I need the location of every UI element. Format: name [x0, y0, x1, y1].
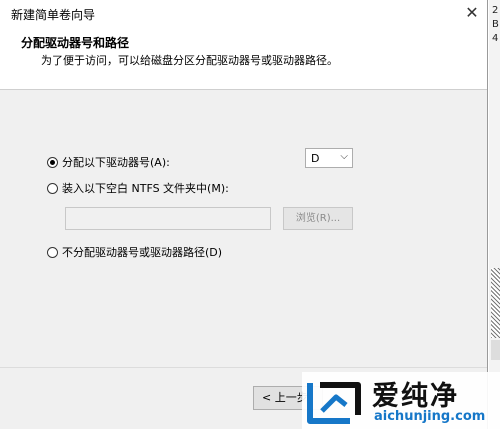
background-text: 4 — [492, 33, 499, 44]
new-simple-volume-wizard: 新建简单卷向导 ✕ 分配驱动器号和路径 为了便于访问，可以给磁盘分区分配驱动器号… — [0, 0, 488, 429]
no-assign-label[interactable]: 不分配驱动器号或驱动器路径(D) — [62, 244, 222, 260]
watermark: 爱纯净 aichunjing.com — [302, 372, 500, 429]
assign-letter-label[interactable]: 分配以下驱动器号(A): — [62, 154, 170, 170]
background-window — [489, 0, 500, 429]
folder-path-input[interactable] — [65, 207, 271, 230]
background-text: 2 — [492, 5, 499, 16]
background-hatch — [491, 268, 500, 338]
browse-button[interactable]: 浏览(R)... — [283, 207, 353, 230]
close-icon: ✕ — [465, 3, 479, 22]
title-bar[interactable]: 新建简单卷向导 ✕ — [0, 0, 487, 26]
watermark-url: aichunjing.com — [374, 409, 486, 424]
background-scrollbar[interactable] — [491, 340, 500, 360]
no-assign-option[interactable]: 不分配驱动器号或驱动器路径(D) — [47, 244, 222, 260]
assign-letter-option[interactable]: 分配以下驱动器号(A): — [47, 154, 170, 170]
mount-folder-label[interactable]: 装入以下空白 NTFS 文件夹中(M): — [62, 180, 229, 196]
no-assign-radio[interactable] — [47, 246, 58, 258]
assign-letter-radio[interactable] — [47, 156, 58, 168]
screenshot: 2 B 4 新建简单卷向导 ✕ 分配驱动器号和路径 为了便于访问，可以给磁盘分区… — [0, 0, 500, 429]
wizard-header: 分配驱动器号和路径 为了便于访问，可以给磁盘分区分配驱动器号或驱动器路径。 — [0, 26, 487, 90]
watermark-logo-icon — [307, 382, 361, 424]
mount-folder-radio[interactable] — [47, 182, 58, 194]
page-description: 为了便于访问，可以给磁盘分区分配驱动器号或驱动器路径。 — [41, 54, 338, 67]
watermark-brand: 爱纯净 — [372, 381, 459, 412]
drive-letter-value: D — [311, 152, 320, 165]
chevron-down-icon: ⌵ — [340, 151, 348, 162]
background-text: B — [492, 19, 499, 30]
drive-letter-select[interactable]: D ⌵ — [305, 148, 353, 168]
page-title: 分配驱动器号和路径 — [21, 36, 130, 50]
mount-folder-option[interactable]: 装入以下空白 NTFS 文件夹中(M): — [47, 180, 229, 196]
window-title: 新建简单卷向导 — [11, 8, 96, 22]
close-button[interactable]: ✕ — [457, 0, 487, 26]
